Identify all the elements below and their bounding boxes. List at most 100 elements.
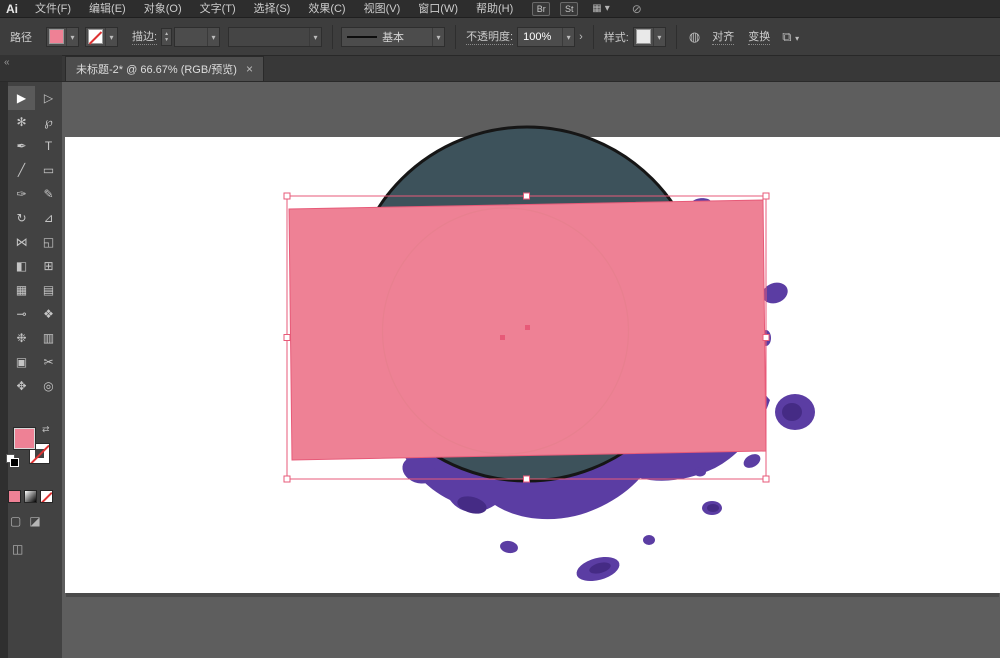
chevron-down-icon: ▾: [795, 34, 799, 43]
menu-help[interactable]: 帮助(H): [467, 0, 522, 18]
stroke-weight-dropdown[interactable]: ▾: [174, 27, 220, 47]
rotate-tool[interactable]: ↻: [8, 206, 35, 230]
menu-file[interactable]: 文件(F): [26, 0, 80, 18]
main-area: ▶ ▷ ✻ ℘ ✒ T ╱ ▭ ✑ ✎ ↻ ⊿ ⋈ ◱ ◧ ⊞ ▦ ▤ ⊸ ❖: [0, 82, 1000, 658]
handle-middle-right[interactable]: [763, 335, 769, 341]
menu-type[interactable]: 文字(T): [191, 0, 245, 18]
pencil-tool[interactable]: ✎: [35, 182, 62, 206]
chevron-down-icon: ▾: [653, 28, 665, 46]
splat-droplet[interactable]: [694, 468, 706, 477]
color-mode-row: [8, 490, 53, 503]
workspace-grid-icon: ▦: [592, 3, 601, 14]
handle-top-right[interactable]: [763, 193, 769, 199]
slice-tool[interactable]: ✂: [35, 350, 62, 374]
swap-fill-stroke-icon[interactable]: ⇄: [42, 424, 50, 435]
fill-stroke-indicator: ⇄: [14, 428, 54, 472]
fill-swatch: [49, 29, 64, 44]
handle-bottom-right[interactable]: [763, 476, 769, 482]
stock-button[interactable]: St: [560, 2, 578, 16]
context-label: 路径: [10, 29, 32, 45]
handle-top-center[interactable]: [524, 193, 530, 199]
hand-tool[interactable]: ✥: [8, 374, 35, 398]
stroke-weight-stepper[interactable]: ▲ ▼: [161, 28, 172, 46]
magic-wand-tool[interactable]: ✻: [8, 110, 35, 134]
collapse-panel-icon[interactable]: «: [4, 57, 10, 68]
fill-proxy[interactable]: [14, 428, 35, 449]
menu-select[interactable]: 选择(S): [245, 0, 300, 18]
width-tool[interactable]: ⋈: [8, 230, 35, 254]
draw-normal-icon[interactable]: ▢: [10, 514, 21, 528]
drawing-modes: ▢ ◪: [10, 514, 41, 528]
ellipse-center-point[interactable]: [500, 335, 505, 340]
pen-tool[interactable]: ✒: [8, 134, 35, 158]
fill-color-dropdown[interactable]: ▾: [46, 27, 79, 47]
brush-definition-dropdown[interactable]: 基本 ▾: [341, 27, 445, 47]
workspace-switcher[interactable]: ▦ ▾: [592, 3, 609, 14]
shape-builder-tool[interactable]: ◧: [8, 254, 35, 278]
artwork-layer: [62, 82, 1000, 658]
canvas-pasteboard[interactable]: [62, 82, 1000, 658]
splat-droplet[interactable]: [741, 451, 763, 470]
stroke-weight-label[interactable]: 描边:: [132, 28, 157, 45]
recolor-artwork-icon[interactable]: ◍: [689, 29, 700, 45]
symbol-sprayer-tool[interactable]: ❉: [8, 326, 35, 350]
toolbar-collapse-stub[interactable]: «: [0, 55, 62, 81]
direct-selection-tool[interactable]: ▷: [35, 86, 62, 110]
chevron-down-icon: ▾: [105, 28, 117, 46]
default-fill-stroke-icon[interactable]: [6, 454, 15, 463]
stroke-color-dropdown[interactable]: ▾: [85, 27, 118, 47]
splat-droplet[interactable]: [499, 540, 519, 555]
selection-tool[interactable]: ▶: [8, 86, 35, 110]
handle-bottom-center[interactable]: [524, 476, 530, 482]
menu-effect[interactable]: 效果(C): [299, 0, 354, 18]
align-panel-label[interactable]: 对齐: [712, 28, 734, 45]
paintbrush-tool[interactable]: ✑: [8, 182, 35, 206]
control-bar: 路径 ▾ ▾ 描边: ▲ ▼ ▾ ▾ 基本 ▾ 不透明度: 1: [0, 18, 1000, 56]
handle-bottom-left[interactable]: [284, 476, 290, 482]
zoom-tool[interactable]: ◎: [35, 374, 62, 398]
free-transform-tool[interactable]: ◱: [35, 230, 62, 254]
panel-arrow-icon[interactable]: ›: [579, 31, 583, 43]
mesh-tool[interactable]: ▦: [8, 278, 35, 302]
menu-view[interactable]: 视图(V): [355, 0, 410, 18]
type-tool[interactable]: T: [35, 134, 62, 158]
isolate-options-icon[interactable]: ⧉ ▾: [782, 29, 799, 45]
selection-center-point[interactable]: [525, 325, 530, 330]
scale-tool[interactable]: ⊿: [35, 206, 62, 230]
menu-object[interactable]: 对象(O): [135, 0, 191, 18]
menu-window[interactable]: 窗口(W): [409, 0, 467, 18]
handle-middle-left[interactable]: [284, 335, 290, 341]
document-tab[interactable]: 未标题-2* @ 66.67% (RGB/预览) ×: [65, 56, 264, 81]
none-button[interactable]: [40, 490, 53, 503]
style-dropdown[interactable]: ▾: [633, 27, 666, 47]
blend-tool[interactable]: ❖: [35, 302, 62, 326]
column-graph-tool[interactable]: ▥: [35, 326, 62, 350]
brush-stroke-preview: [347, 36, 377, 38]
lasso-tool[interactable]: ℘: [35, 110, 62, 134]
color-button[interactable]: [8, 490, 21, 503]
bridge-button[interactable]: Br: [532, 2, 550, 16]
draw-behind-icon[interactable]: ◪: [29, 514, 40, 528]
transform-panel-label[interactable]: 变换: [748, 28, 770, 45]
opacity-label[interactable]: 不透明度:: [466, 28, 513, 45]
gradient-tool[interactable]: ▤: [35, 278, 62, 302]
opacity-value: 100%: [518, 31, 562, 43]
artboard-tool[interactable]: ▣: [8, 350, 35, 374]
splat-droplet[interactable]: [643, 535, 655, 545]
perspective-grid-tool[interactable]: ⊞: [35, 254, 62, 278]
close-icon[interactable]: ×: [246, 62, 253, 76]
divider: [332, 25, 333, 49]
line-segment-tool[interactable]: ╱: [8, 158, 35, 182]
cs-live-icon[interactable]: ⊘: [632, 2, 642, 16]
menu-bar: Ai 文件(F) 编辑(E) 对象(O) 文字(T) 选择(S) 效果(C) 视…: [0, 0, 1000, 18]
rectangle-tool[interactable]: ▭: [35, 158, 62, 182]
menu-edit[interactable]: 编辑(E): [80, 0, 135, 18]
screen-mode-icon[interactable]: ◫: [12, 542, 23, 556]
stepper-down-icon[interactable]: ▼: [164, 37, 169, 43]
handle-top-left[interactable]: [284, 193, 290, 199]
opacity-field[interactable]: 100% ▾: [517, 27, 575, 47]
chevron-down-icon: ▾: [66, 28, 78, 46]
gradient-button[interactable]: [24, 490, 37, 503]
eyedropper-tool[interactable]: ⊸: [8, 302, 35, 326]
style-swatch: [636, 29, 651, 44]
